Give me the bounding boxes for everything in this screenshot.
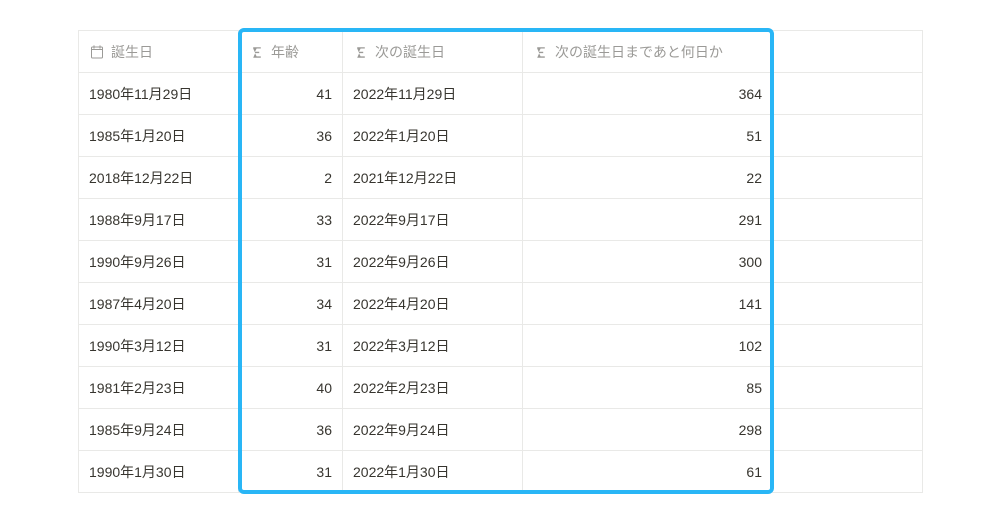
- cell-days-until[interactable]: 298: [523, 409, 773, 451]
- cell-days-until[interactable]: 300: [523, 241, 773, 283]
- cell-extra[interactable]: [773, 157, 923, 199]
- cell-extra[interactable]: [773, 241, 923, 283]
- cell-next-birthday[interactable]: 2022年1月20日: [343, 115, 523, 157]
- cell-age[interactable]: 31: [239, 241, 343, 283]
- cell-birthday[interactable]: 1981年2月23日: [79, 367, 239, 409]
- cell-age[interactable]: 36: [239, 409, 343, 451]
- column-header-days-until[interactable]: 次の誕生日まであと何日か: [523, 31, 773, 73]
- table-header-row: 誕生日 年齢 次の誕生日: [79, 31, 923, 73]
- data-table: 誕生日 年齢 次の誕生日: [78, 30, 923, 493]
- cell-age[interactable]: 36: [239, 115, 343, 157]
- column-header-label: 誕生日: [111, 42, 153, 62]
- table-row[interactable]: 1985年1月20日362022年1月20日51: [79, 115, 923, 157]
- cell-days-until[interactable]: 61: [523, 451, 773, 493]
- cell-extra[interactable]: [773, 325, 923, 367]
- cell-next-birthday[interactable]: 2022年9月24日: [343, 409, 523, 451]
- table-row[interactable]: 1987年4月20日342022年4月20日141: [79, 283, 923, 325]
- cell-birthday[interactable]: 1985年9月24日: [79, 409, 239, 451]
- column-header-label: 次の誕生日まであと何日か: [555, 42, 723, 62]
- cell-next-birthday[interactable]: 2022年2月23日: [343, 367, 523, 409]
- cell-age[interactable]: 41: [239, 73, 343, 115]
- cell-birthday[interactable]: 2018年12月22日: [79, 157, 239, 199]
- cell-birthday[interactable]: 1980年11月29日: [79, 73, 239, 115]
- column-header-birthday[interactable]: 誕生日: [79, 31, 239, 73]
- cell-age[interactable]: 31: [239, 325, 343, 367]
- cell-age[interactable]: 34: [239, 283, 343, 325]
- cell-extra[interactable]: [773, 73, 923, 115]
- cell-days-until[interactable]: 102: [523, 325, 773, 367]
- column-header-age[interactable]: 年齢: [239, 31, 343, 73]
- cell-next-birthday[interactable]: 2022年4月20日: [343, 283, 523, 325]
- table-row[interactable]: 1990年1月30日312022年1月30日61: [79, 451, 923, 493]
- cell-next-birthday[interactable]: 2022年11月29日: [343, 73, 523, 115]
- calendar-icon: [89, 44, 105, 60]
- table-row[interactable]: 1980年11月29日412022年11月29日364: [79, 73, 923, 115]
- cell-days-until[interactable]: 364: [523, 73, 773, 115]
- cell-birthday[interactable]: 1988年9月17日: [79, 199, 239, 241]
- cell-age[interactable]: 33: [239, 199, 343, 241]
- cell-next-birthday[interactable]: 2022年9月26日: [343, 241, 523, 283]
- cell-next-birthday[interactable]: 2021年12月22日: [343, 157, 523, 199]
- cell-extra[interactable]: [773, 409, 923, 451]
- table-row[interactable]: 1990年3月12日312022年3月12日102: [79, 325, 923, 367]
- cell-age[interactable]: 31: [239, 451, 343, 493]
- cell-age[interactable]: 40: [239, 367, 343, 409]
- cell-extra[interactable]: [773, 115, 923, 157]
- cell-birthday[interactable]: 1987年4月20日: [79, 283, 239, 325]
- cell-birthday[interactable]: 1990年1月30日: [79, 451, 239, 493]
- cell-next-birthday[interactable]: 2022年1月30日: [343, 451, 523, 493]
- table-row[interactable]: 1988年9月17日332022年9月17日291: [79, 199, 923, 241]
- cell-age[interactable]: 2: [239, 157, 343, 199]
- table-row[interactable]: 1985年9月24日362022年9月24日298: [79, 409, 923, 451]
- cell-extra[interactable]: [773, 199, 923, 241]
- cell-days-until[interactable]: 141: [523, 283, 773, 325]
- cell-days-until[interactable]: 51: [523, 115, 773, 157]
- column-header-extra[interactable]: [773, 31, 923, 73]
- formula-icon: [353, 44, 369, 60]
- cell-days-until[interactable]: 85: [523, 367, 773, 409]
- cell-birthday[interactable]: 1990年9月26日: [79, 241, 239, 283]
- column-header-label: 次の誕生日: [375, 42, 445, 62]
- cell-days-until[interactable]: 22: [523, 157, 773, 199]
- formula-icon: [533, 44, 549, 60]
- cell-extra[interactable]: [773, 451, 923, 493]
- column-header-next-birthday[interactable]: 次の誕生日: [343, 31, 523, 73]
- table-row[interactable]: 2018年12月22日22021年12月22日22: [79, 157, 923, 199]
- table-row[interactable]: 1990年9月26日312022年9月26日300: [79, 241, 923, 283]
- cell-days-until[interactable]: 291: [523, 199, 773, 241]
- table-row[interactable]: 1981年2月23日402022年2月23日85: [79, 367, 923, 409]
- cell-birthday[interactable]: 1990年3月12日: [79, 325, 239, 367]
- formula-icon: [249, 44, 265, 60]
- data-table-container: 誕生日 年齢 次の誕生日: [78, 30, 922, 493]
- cell-next-birthday[interactable]: 2022年9月17日: [343, 199, 523, 241]
- table-body: 1980年11月29日412022年11月29日364 1985年1月20日36…: [79, 73, 923, 493]
- cell-extra[interactable]: [773, 283, 923, 325]
- cell-next-birthday[interactable]: 2022年3月12日: [343, 325, 523, 367]
- column-header-label: 年齢: [271, 42, 299, 62]
- cell-birthday[interactable]: 1985年1月20日: [79, 115, 239, 157]
- cell-extra[interactable]: [773, 367, 923, 409]
